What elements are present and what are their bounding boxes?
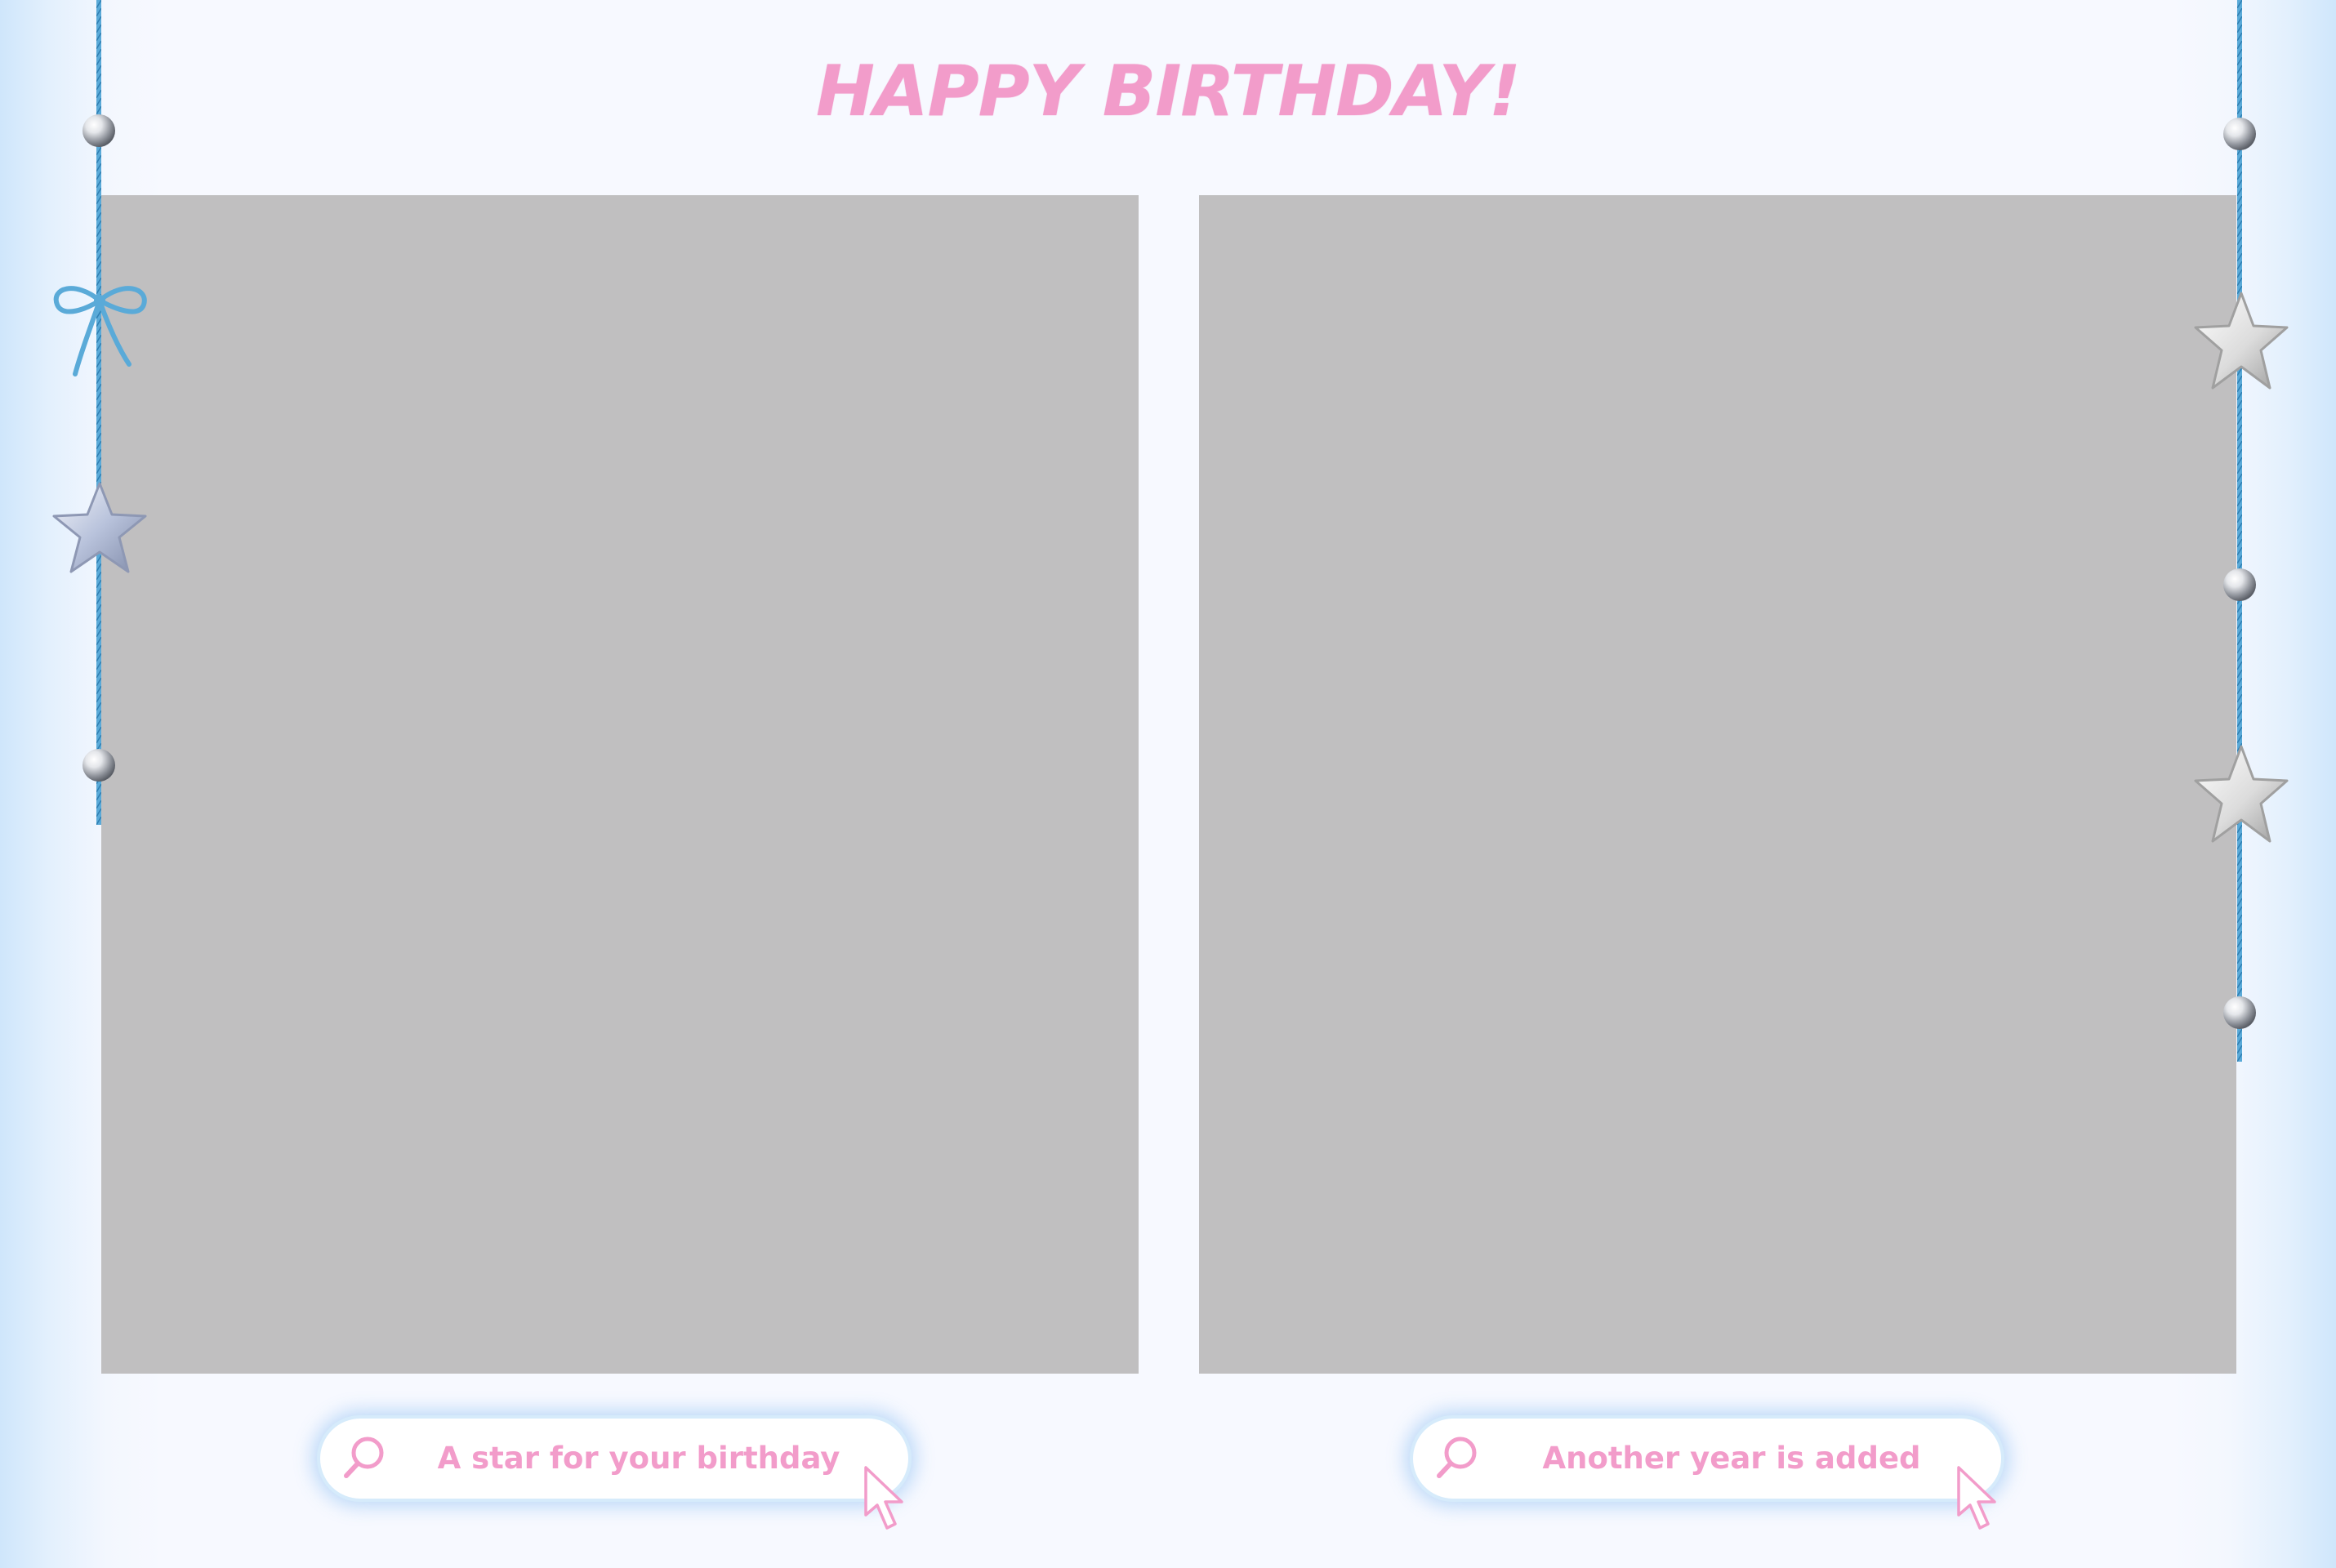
cursor-arrow-icon [864, 1466, 903, 1530]
bead-icon [2223, 118, 2256, 150]
bead-icon [82, 749, 115, 782]
hanging-string-right [2237, 0, 2242, 1062]
bead-icon [2223, 996, 2256, 1029]
photo-placeholder-right[interactable] [1199, 195, 2236, 1374]
cursor-arrow-icon [1957, 1466, 1996, 1530]
star-icon [2194, 745, 2289, 843]
bead-icon [2223, 568, 2256, 601]
star-icon [52, 482, 147, 573]
star-icon [2194, 292, 2289, 390]
search-bar-text: A star for your birthday [437, 1441, 840, 1476]
search-bar-text: Another year is added [1542, 1441, 1921, 1476]
search-bar-right[interactable]: Another year is added [1413, 1419, 2001, 1530]
photo-placeholder-left[interactable] [101, 195, 1139, 1374]
bow-icon [53, 286, 147, 376]
page-title: HAPPY BIRTHDAY! [816, 51, 1521, 132]
bead-icon [82, 114, 115, 147]
search-bar-left[interactable]: A star for your birthday [320, 1419, 908, 1530]
